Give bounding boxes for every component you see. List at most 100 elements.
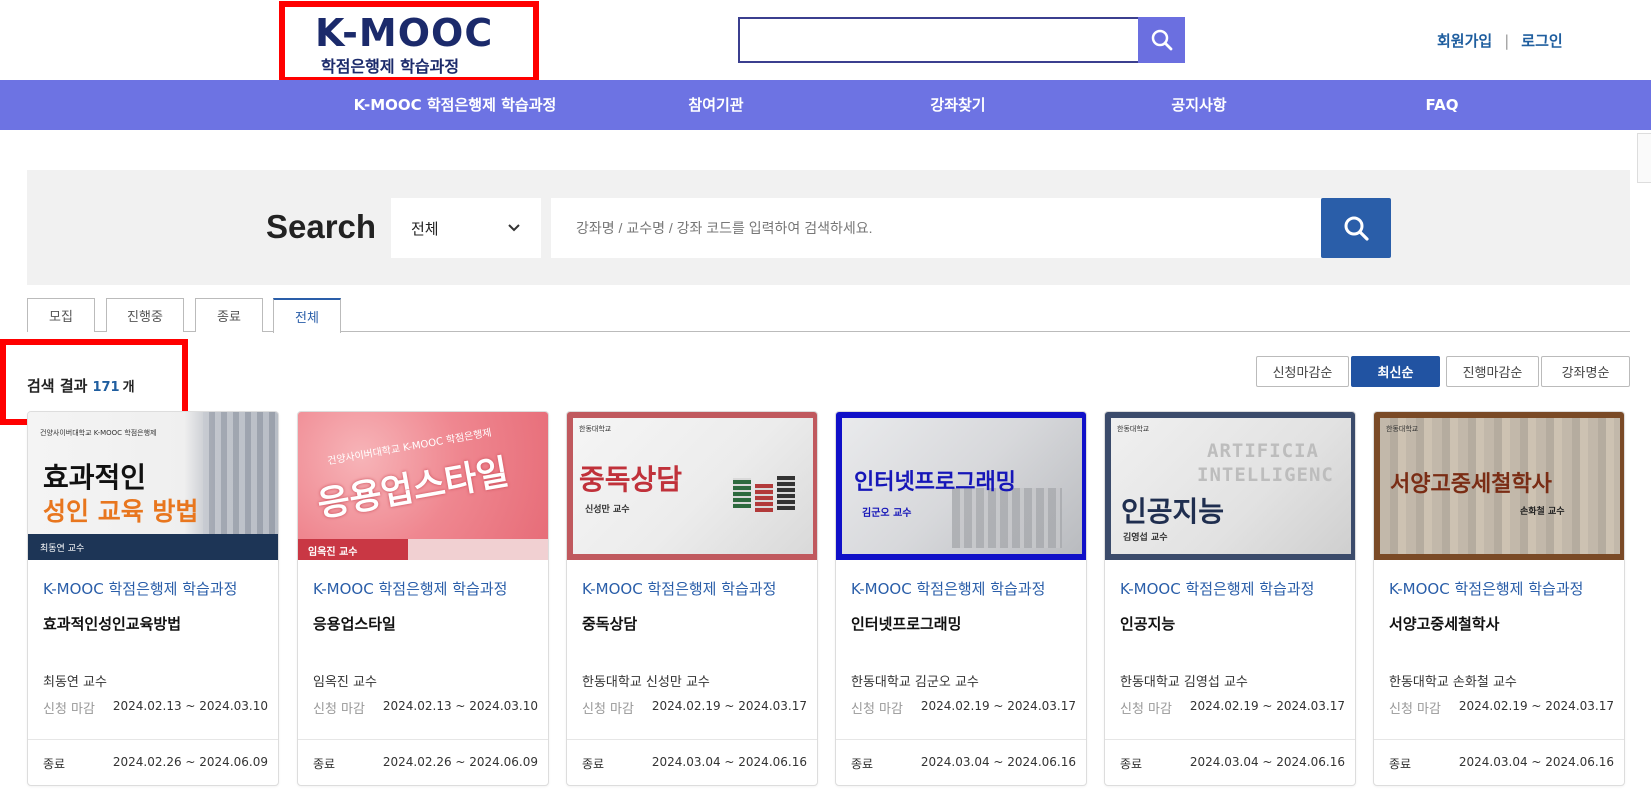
apply-dates: 2024.02.19 ~ 2024.03.17 (1458, 699, 1614, 713)
thumb-header: 한동대학교 (1386, 425, 1419, 433)
top-search-bar (738, 17, 1185, 63)
apply-dates: 2024.02.19 ~ 2024.03.17 (920, 699, 1076, 713)
course-card[interactable]: 한동대학교 ARTIFICIA INTELLIGENC 인공지능 김영섭 교수 … (1104, 411, 1356, 786)
course-dates: 2024.03.04 ~ 2024.06.16 (1458, 755, 1614, 769)
category-select[interactable]: 전체 (391, 198, 541, 258)
sort-course-name-button[interactable]: 강좌명순 (1541, 356, 1630, 387)
course-status: 종료 (313, 757, 336, 771)
card-title[interactable]: 중독상담 (582, 613, 637, 634)
course-search-input[interactable] (551, 198, 1321, 258)
nav-item-faq[interactable]: FAQ (1426, 80, 1459, 130)
card-professor: 한동대학교 김영섭 교수 (1120, 675, 1248, 690)
course-dates: 2024.03.04 ~ 2024.06.16 (920, 755, 1076, 769)
card-professor: 한동대학교 손화철 교수 (1389, 675, 1517, 690)
top-search-button[interactable] (1138, 17, 1185, 63)
chevron-down-icon (508, 224, 520, 232)
course-dates: 2024.02.26 ~ 2024.06.09 (112, 755, 268, 769)
nav-item-find-course[interactable]: 강좌찾기 (930, 80, 985, 130)
course-status: 종료 (851, 757, 874, 771)
apply-dates: 2024.02.19 ~ 2024.03.17 (651, 699, 807, 713)
card-institution: K-MOOC 학점은행제 학습과정 (313, 580, 508, 598)
sort-latest-button[interactable]: 최신순 (1351, 356, 1440, 387)
sort-apply-deadline-button[interactable]: 신청마감순 (1256, 356, 1349, 387)
card-course-period: 종료 2024.02.26 ~ 2024.06.09 (313, 755, 538, 772)
card-apply-period: 신청 마감 2024.02.13 ~ 2024.03.10 (313, 698, 538, 717)
chip-stack-image (733, 478, 751, 508)
thumb-bg-word2: INTELLIGENC (1197, 464, 1334, 486)
apply-label: 신청 마감 (851, 702, 903, 717)
card-divider (298, 739, 548, 740)
card-course-period: 종료 2024.03.04 ~ 2024.06.16 (1389, 755, 1614, 772)
course-card[interactable]: 인터넷프로그래밍 김군오 교수 K-MOOC 학점은행제 학습과정 인터넷프로그… (835, 411, 1087, 786)
thumb-header: 한동대학교 (579, 425, 612, 433)
card-title[interactable]: 인공지능 (1120, 613, 1175, 634)
kmooc-logo[interactable]: K-MOOC 학점은행제 학습과정 (279, 1, 539, 83)
tab-all[interactable]: 전체 (273, 298, 341, 333)
course-card[interactable]: 한동대학교 서양고중세철학사 손화철 교수 K-MOOC 학점은행제 학습과정 … (1373, 411, 1625, 786)
thumb-footer-fill (408, 539, 548, 560)
course-thumbnail: 한동대학교 중독상담 신성만 교수 (567, 412, 817, 560)
card-title[interactable]: 서양고중세철학사 (1389, 613, 1499, 634)
course-thumbnail: 인터넷프로그래밍 김군오 교수 (836, 412, 1086, 560)
card-title[interactable]: 응용업스타일 (313, 613, 396, 634)
tab-ongoing[interactable]: 진행중 (106, 298, 184, 332)
search-icon (1344, 216, 1369, 241)
card-divider (1374, 739, 1624, 740)
apply-label: 신청 마감 (1120, 702, 1172, 717)
card-title[interactable]: 인터넷프로그래밍 (851, 613, 961, 634)
thumb-inner: 인터넷프로그래밍 김군오 교수 (842, 418, 1082, 554)
sort-course-deadline-button[interactable]: 진행마감순 (1446, 356, 1539, 387)
thumb-title-line1: 인공지능 (1121, 495, 1225, 528)
result-unit: 개 (122, 380, 135, 395)
course-status: 종료 (43, 757, 66, 771)
result-label: 검색 결과 (27, 377, 88, 395)
course-card[interactable]: 한동대학교 중독상담 신성만 교수 K-MOOC 학점은행제 학습과정 중독상담… (566, 411, 818, 786)
side-quick-handle[interactable] (1637, 133, 1651, 183)
course-status: 종료 (1389, 757, 1412, 771)
nav-item-institutions[interactable]: 참여기관 (688, 80, 743, 130)
thumb-professor: 김군오 교수 (862, 508, 912, 519)
course-status: 종료 (1120, 757, 1143, 771)
apply-label: 신청 마감 (582, 702, 634, 717)
thumb-bg-word1: ARTIFICIA (1207, 440, 1319, 462)
apply-dates: 2024.02.13 ~ 2024.03.10 (112, 699, 268, 713)
search-icon (1151, 29, 1172, 51)
apply-dates: 2024.02.13 ~ 2024.03.10 (382, 699, 538, 713)
course-thumbnail: 건양사이버대학교 K-MOOC 학점은행제 응용업스타일 임옥진 교수 (298, 412, 548, 560)
header: K-MOOC 학점은행제 학습과정 회원가입 | 로그인 (0, 0, 1651, 83)
card-institution: K-MOOC 학점은행제 학습과정 (43, 580, 238, 598)
course-thumbnail: 한동대학교 ARTIFICIA INTELLIGENC 인공지능 김영섭 교수 (1105, 412, 1355, 560)
thumb-inner: 한동대학교 서양고중세철학사 손화철 교수 (1380, 418, 1620, 554)
search-title: Search (266, 208, 377, 245)
page: K-MOOC 학점은행제 학습과정 회원가입 | 로그인 K-MOOC 학점은행제 … (0, 0, 1651, 794)
course-card[interactable]: 건양사이버대학교 K-MOOC 학점은행제 응용업스타일 임옥진 교수 K-MO… (297, 411, 549, 786)
card-course-period: 종료 2024.03.04 ~ 2024.06.16 (1120, 755, 1345, 772)
thumb-title-line2: 성인 교육 방법 (43, 497, 199, 526)
nav-item-notice[interactable]: 공지사항 (1171, 80, 1226, 130)
thumb-title-line1: 인터넷프로그래밍 (854, 470, 1016, 495)
course-thumbnail: 건양사이버대학교 K-MOOC 학점은행제 효과적인 성인 교육 방법 최동연 … (28, 412, 278, 560)
card-professor: 한동대학교 김군오 교수 (851, 675, 979, 690)
status-tabs: 모집 진행중 종료 전체 (27, 298, 1630, 333)
card-apply-period: 신청 마감 2024.02.19 ~ 2024.03.17 (1389, 698, 1614, 717)
tab-recruiting[interactable]: 모집 (27, 298, 95, 332)
card-institution: K-MOOC 학점은행제 학습과정 (1120, 580, 1315, 598)
thumb-footer-bar: 최동연 교수 (28, 534, 278, 560)
apply-label: 신청 마감 (313, 702, 365, 717)
signup-link[interactable]: 회원가입 (1437, 32, 1492, 50)
course-search-button[interactable] (1321, 198, 1391, 258)
card-apply-period: 신청 마감 2024.02.13 ~ 2024.03.10 (43, 698, 268, 717)
course-status: 종료 (582, 757, 605, 771)
tab-ended[interactable]: 종료 (195, 298, 263, 332)
top-search-input[interactable] (740, 19, 1130, 61)
card-professor: 임옥진 교수 (313, 675, 377, 690)
card-apply-period: 신청 마감 2024.02.19 ~ 2024.03.17 (582, 698, 807, 717)
login-link[interactable]: 로그인 (1521, 32, 1562, 50)
main-nav: K-MOOC 학점은행제 학습과정 참여기관 강좌찾기 공지사항 FAQ (0, 80, 1651, 130)
card-professor: 한동대학교 신성만 교수 (582, 675, 710, 690)
card-title[interactable]: 효과적인성인교육방법 (43, 613, 181, 634)
card-divider (567, 739, 817, 740)
logo-subtitle: 학점은행제 학습과정 (321, 57, 460, 76)
course-card[interactable]: 건양사이버대학교 K-MOOC 학점은행제 효과적인 성인 교육 방법 최동연 … (27, 411, 279, 786)
nav-item-courses[interactable]: K-MOOC 학점은행제 학습과정 (354, 80, 557, 130)
